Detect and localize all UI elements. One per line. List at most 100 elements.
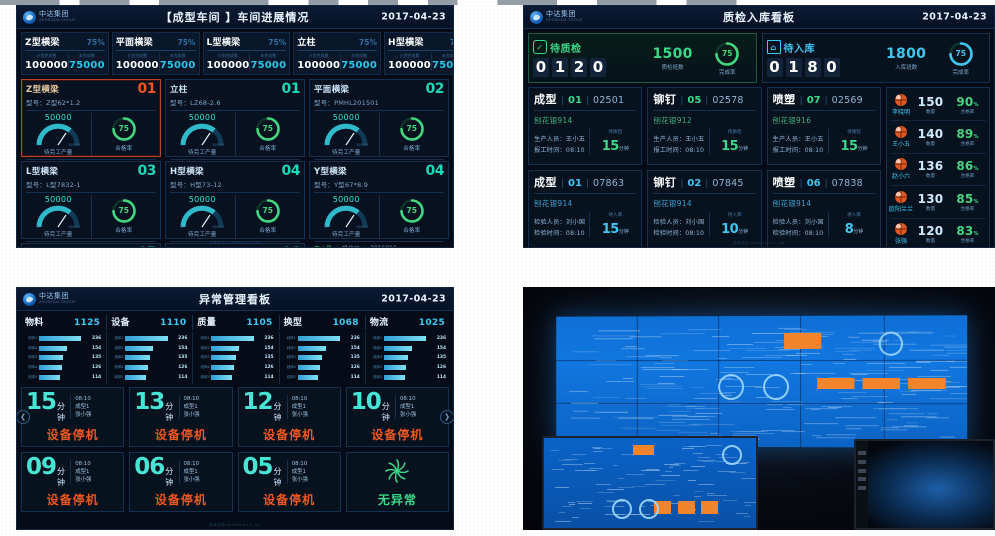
alert-card[interactable]: 06 分钟 08:10 成型1 张小强 设备停机 xyxy=(129,452,232,512)
wall-text-line xyxy=(793,374,806,375)
product-card[interactable]: L型横梁03型号：L型7832-1500000100000待完工产量75合格率刘… xyxy=(21,161,161,239)
bar-track xyxy=(39,365,84,370)
bar-value: 135 xyxy=(343,355,360,360)
person-row[interactable]: 李晓明 150 数量 90% 合格率 xyxy=(890,89,986,120)
rate-ring-block: 75 合格率 xyxy=(91,113,157,156)
wall-text-line xyxy=(926,418,948,419)
exception-category-4[interactable]: 换型 1068 xyxy=(279,315,363,330)
output-value: 50000 xyxy=(333,195,360,204)
person-name: 赵小六 xyxy=(892,171,910,180)
product-card[interactable]: Z型横梁01型号：Z型62*1.2500000100000待完工产量75合格率李… xyxy=(21,79,161,157)
product-card[interactable]: 立柱01型号：LZ68-2.6500000100000待完工产量75合格率张晓图… xyxy=(165,79,305,157)
ring-caption: 合格率 xyxy=(115,226,132,234)
rate-ring-block: 75 合格率 xyxy=(379,195,445,238)
wall-text-line xyxy=(897,333,933,334)
tab-3[interactable]: L型横梁 75% 计划完成数 100000 未完成数 75000 xyxy=(203,32,291,75)
person-row[interactable]: 赵小六 136 数量 86% 合格率 xyxy=(890,153,986,185)
person-row[interactable]: 王小五 140 数量 89% 合格率 xyxy=(890,120,986,152)
output-gauge-block: 50000 0 100000 待完工产量 xyxy=(314,195,379,238)
person-rate: 85% xyxy=(949,192,986,206)
tab-5[interactable]: H型横梁 75% 计划完成数 100000 未完成数 75000 xyxy=(384,32,454,75)
alert-minutes-unit: 分钟 xyxy=(382,401,395,423)
alert-card[interactable]: 05 分钟 08:10 成型1 张小强 设备停机 xyxy=(238,452,341,512)
alert-card[interactable]: 13 分钟 08:10 成型1 张小强 设备停机 xyxy=(129,387,232,447)
wall-text-line xyxy=(688,329,721,330)
kpi-label: 待质检 xyxy=(550,40,582,55)
chevron-left-icon[interactable]: ❮ xyxy=(16,410,30,424)
tab-label: 平面横梁 xyxy=(116,35,153,48)
alert-card[interactable]: 09 分钟 08:10 成型1 张小强 设备停机 xyxy=(21,452,124,512)
product-card[interactable]: 平面横梁 02 型号：PMHL201501 50000 0 100000 待完工产量 75 合格… xyxy=(309,79,449,157)
gauge-caption: 待完工产量 xyxy=(44,148,73,156)
tab-2[interactable]: 平面横梁 75% 计划完成数 100000 未完成数 75000 xyxy=(112,32,200,75)
qc-material: 刨花银914 xyxy=(653,198,755,209)
alert-minutes: 09 xyxy=(26,456,56,479)
bar-value: 126 xyxy=(170,365,187,370)
wall-gauge-icon xyxy=(879,332,903,356)
bar-row: 线体4 126 xyxy=(24,363,101,373)
alert-card[interactable]: 12 分钟 08:10 成型1 张小强 设备停机 xyxy=(238,387,341,447)
bar-label: 线体1 xyxy=(369,336,384,341)
alert-time: 08:10 xyxy=(400,395,444,403)
gauge-icon: 0 100000 xyxy=(323,205,369,228)
bar-chart-4: 线体1 236 线体2 154 线体3 135 线体4 126 线体5 114 xyxy=(279,332,363,384)
alert-card[interactable]: 无异常 xyxy=(346,452,449,512)
bar-value: 135 xyxy=(429,355,446,360)
product-index: 06 xyxy=(282,247,300,248)
gauge-icon: 0 100000 xyxy=(35,123,81,146)
monitor-text-line xyxy=(673,495,680,496)
qc-time-line: 检验时间：08:10 xyxy=(773,228,828,237)
qc-header: 中达集团 ZHONGDA GROUP 质检入库看板 2017-04-23 xyxy=(524,6,994,29)
monitor-text-line xyxy=(626,474,644,475)
person-rate-caption: 合格率 xyxy=(949,173,986,179)
tab-4[interactable]: 立柱 75% 计划完成数 100000 未完成数 75000 xyxy=(293,32,381,75)
exception-category-3[interactable]: 质量 1105 xyxy=(192,315,276,330)
qc-timer-row: 8分钟 xyxy=(833,218,875,237)
bar-track xyxy=(298,336,343,341)
alert-card[interactable]: 10 分钟 08:10 成型1 张小强 设备停机 xyxy=(346,387,449,447)
qc-card[interactable]: 成型 | 01 | 02501 刨花银914 生产人员：王小五 报工时间：08:10 待质检 15… xyxy=(528,87,642,165)
bar-row: 线体5 114 xyxy=(369,372,446,382)
qc-card[interactable]: 喷塑 | 06 | 07838 刨花银914 检验人员：刘小国 检验时间：08:10 待入库 8分… xyxy=(767,170,881,248)
qc-process: 铆钉 xyxy=(653,91,676,107)
alert-card[interactable]: 15 分钟 08:10 成型1 张小强 设备停机 xyxy=(21,387,124,447)
person-rate: 83% xyxy=(949,224,986,238)
monitor-text-line xyxy=(682,448,694,449)
qc-timer-value: 15 xyxy=(602,222,619,237)
qc-code: 07863 xyxy=(593,178,624,189)
bar-value: 154 xyxy=(170,346,187,351)
person-row[interactable]: 欧阳兰兰 130 数量 85% 合格率 xyxy=(890,185,986,217)
bar-fill xyxy=(384,336,426,341)
qc-card[interactable]: 成型 | 01 | 07863 刨花银914 检验人员：刘小国 检验时间：08:10 待入库 15… xyxy=(528,170,642,248)
qc-card[interactable]: 喷塑 | 07 | 02569 刨花银916 生产人员：王小五 报工时间：08:10 待质检 15… xyxy=(767,87,881,165)
wall-text-line xyxy=(826,434,856,435)
bar-label: 线体5 xyxy=(283,375,298,380)
product-card[interactable]: H型横梁04型号：H型73-12500000100000待完工产量75合格率郑丽… xyxy=(165,161,305,239)
qc-card[interactable]: 铆钉 | 02 | 07845 刨花银914 检验人员：刘小国 检验时间：08:10 待入库 10… xyxy=(647,170,761,248)
product-card[interactable]: Y型横梁04型号：Y型67*8.9500000100000待完工产量75合格率李… xyxy=(309,161,449,239)
ring-caption: 合格率 xyxy=(259,144,276,152)
exception-category-1[interactable]: 物料 1125 xyxy=(21,315,104,330)
exception-category-5[interactable]: 物流 1025 xyxy=(365,315,449,330)
ring-icon: 75 xyxy=(255,116,281,142)
bar-value: 126 xyxy=(257,365,274,370)
alert-minutes: 06 xyxy=(134,456,164,479)
alert-minutes: 15 xyxy=(26,391,56,414)
exception-category-2[interactable]: 设备 1110 xyxy=(106,315,190,330)
kpi-digits: 0180 xyxy=(767,58,876,77)
qc-timer-row: 15分钟 xyxy=(714,135,756,154)
qc-card[interactable]: 铆钉 | 05 | 02578 刨花银912 生产人员：王小五 报工时间：08:10 待质检 15… xyxy=(647,87,761,165)
kpi-digit: 0 xyxy=(767,58,783,77)
tab-left-caption: 未完成数 xyxy=(250,53,286,59)
chevron-right-icon[interactable]: ❯ xyxy=(440,410,454,424)
exception-footer: 技术支持·software co.,ltd xyxy=(17,523,453,528)
kpi-digits: 0120 xyxy=(533,58,642,77)
qc-timer-unit: 分钟 xyxy=(619,229,629,235)
tab-label: H型横梁 xyxy=(388,35,424,48)
tab-1[interactable]: Z型横梁 75% 计划完成数 100000 未完成数 75000 xyxy=(21,32,109,75)
alert-minutes-unit: 分钟 xyxy=(274,401,287,423)
qc-kpi-row: ✓ 待质检 0 1 2 0 1500 质检班数 75 完成率 ⌂ 待入库 0 1 8 0 1800 入库班数 75 完… xyxy=(524,29,994,87)
bar-value: 114 xyxy=(257,375,274,380)
qc-process: 成型 xyxy=(534,174,557,190)
monitor-text-line xyxy=(562,464,583,465)
